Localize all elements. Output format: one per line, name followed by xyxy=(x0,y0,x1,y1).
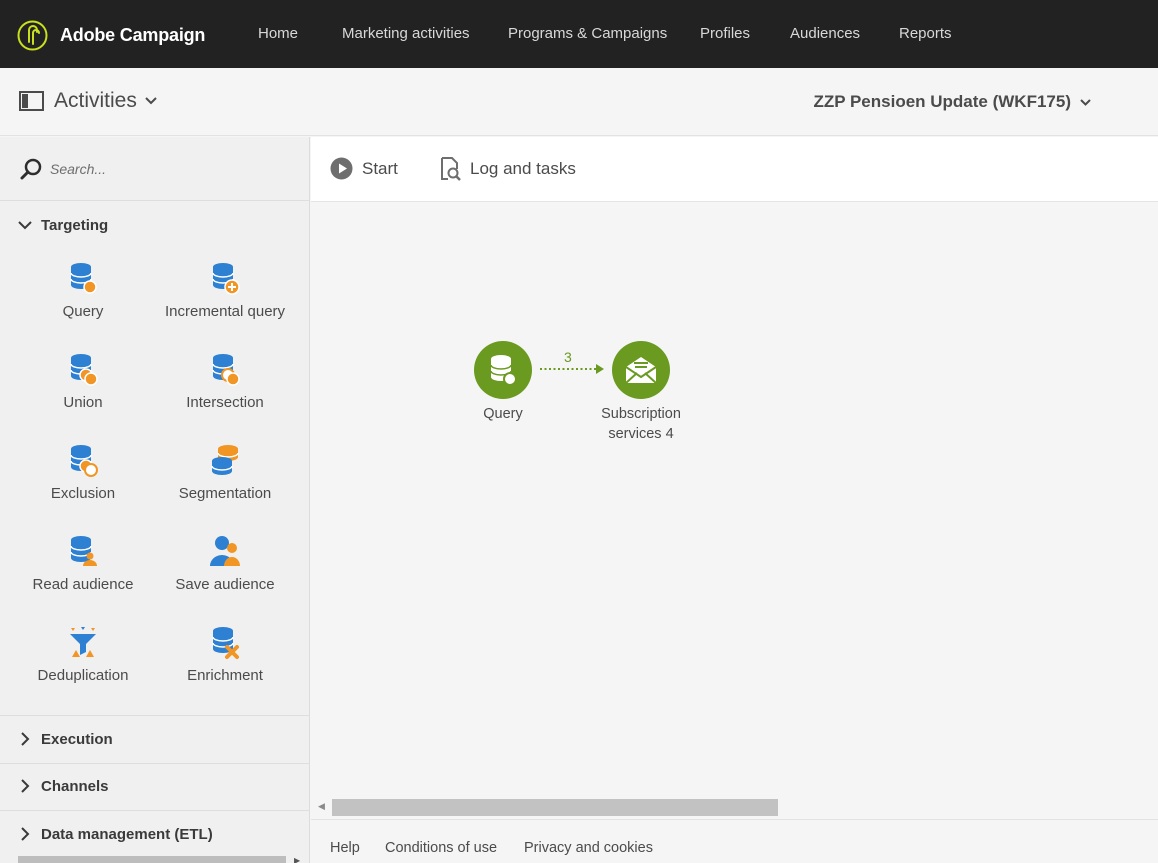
section-targeting[interactable]: Targeting xyxy=(0,202,310,248)
node-label: Subscription services 4 xyxy=(601,406,681,442)
top-navigation-bar: Adobe Campaign Home Marketing activities… xyxy=(0,0,1158,68)
workflow-title: ZZP Pensioen Update (WKF175) xyxy=(813,92,1071,111)
activity-enrichment[interactable]: Enrichment xyxy=(154,625,296,684)
query-node-icon xyxy=(490,355,517,386)
nav-home[interactable]: Home xyxy=(258,25,298,42)
chevron-right-icon xyxy=(21,779,30,793)
activity-label: Incremental query xyxy=(164,303,286,320)
save-audience-icon xyxy=(210,536,240,566)
section-label: Channels xyxy=(41,777,109,795)
footer: Help Conditions of use Privacy and cooki… xyxy=(311,819,1158,863)
activity-label: Deduplication xyxy=(37,667,129,684)
activity-label: Save audience xyxy=(175,576,275,593)
sidebar-scrollbar[interactable] xyxy=(18,856,286,863)
nav-programs-campaigns[interactable]: Programs & Campaigns xyxy=(508,25,667,42)
brand[interactable]: Adobe Campaign xyxy=(17,20,205,51)
activity-segmentation[interactable]: Segmentation xyxy=(154,443,296,502)
section-label: Targeting xyxy=(41,216,109,234)
scroll-left-arrow-icon[interactable]: ◀ xyxy=(318,801,325,812)
nav-profiles[interactable]: Profiles xyxy=(700,25,750,42)
search-icon xyxy=(20,158,42,180)
activity-exclusion[interactable]: Exclusion xyxy=(12,443,154,502)
nav-reports[interactable]: Reports xyxy=(899,25,952,42)
log-and-tasks-button[interactable]: Log and tasks xyxy=(439,157,576,181)
chevron-down-icon xyxy=(1080,98,1091,106)
activity-search xyxy=(0,137,310,201)
workflow-node-subscription-services[interactable]: Subscription services 4 xyxy=(581,341,701,444)
activity-label: Exclusion xyxy=(50,485,116,502)
section-execution[interactable]: Execution xyxy=(0,716,310,762)
activity-label: Query xyxy=(62,303,104,320)
workflow-toolbar: Start Log and tasks xyxy=(311,137,1158,202)
node-circle xyxy=(474,341,532,399)
activity-query[interactable]: Query xyxy=(12,261,154,320)
activity-label: Read audience xyxy=(32,576,134,593)
activities-title: Activities xyxy=(54,89,137,112)
panel-toggle-icon xyxy=(19,91,44,111)
brand-name: Adobe Campaign xyxy=(60,25,206,45)
activity-deduplication[interactable]: Deduplication xyxy=(12,625,154,684)
play-icon xyxy=(330,157,353,180)
workflow-title-dropdown[interactable]: ZZP Pensioen Update (WKF175) xyxy=(813,92,1092,112)
activities-panel-toggle[interactable]: Activities xyxy=(19,89,158,113)
activity-read-audience[interactable]: Read audience xyxy=(12,534,154,593)
scroll-right-arrow-icon[interactable]: ▶ xyxy=(294,856,300,863)
log-search-icon xyxy=(441,157,461,181)
adobe-campaign-logo-icon xyxy=(17,20,48,51)
node-label: Query xyxy=(483,406,523,422)
search-input[interactable] xyxy=(50,157,280,181)
section-data-management[interactable]: Data management (ETL) xyxy=(0,811,310,857)
deduplication-icon xyxy=(70,627,96,657)
workflow-node-query[interactable]: Query xyxy=(453,341,553,424)
incremental-query-icon xyxy=(212,263,240,295)
section-label: Execution xyxy=(41,730,113,748)
start-label: Start xyxy=(362,158,398,178)
activity-label: Segmentation xyxy=(178,485,272,502)
union-icon xyxy=(70,354,98,386)
section-label: Data management (ETL) xyxy=(41,825,213,843)
workflow-canvas[interactable]: Query 3 Subscription services 4 ◀ xyxy=(311,203,1158,819)
enrichment-icon xyxy=(212,627,239,659)
chevron-down-icon xyxy=(18,221,32,230)
activity-label: Intersection xyxy=(186,394,264,411)
activity-save-audience[interactable]: Save audience xyxy=(154,534,296,593)
activity-label: Union xyxy=(63,394,103,411)
footer-help-link[interactable]: Help xyxy=(330,840,360,856)
chevron-right-icon xyxy=(21,827,30,841)
workflow-header: Activities ZZP Pensioen Update (WKF175) xyxy=(0,68,1158,136)
query-icon xyxy=(70,263,97,294)
activity-intersection[interactable]: Intersection xyxy=(154,352,296,411)
exclusion-icon xyxy=(70,445,98,477)
read-audience-icon xyxy=(70,536,97,566)
section-channels[interactable]: Channels xyxy=(0,763,310,809)
intersection-icon xyxy=(212,354,240,386)
activities-sidebar: Targeting Query Incremental query xyxy=(0,137,310,863)
start-button[interactable]: Start xyxy=(330,157,398,180)
activity-incremental-query[interactable]: Incremental query xyxy=(154,261,296,320)
activity-label: Enrichment xyxy=(187,667,263,684)
canvas-scrollbar-thumb[interactable] xyxy=(332,799,778,816)
chevron-down-icon xyxy=(145,97,157,105)
subscription-services-icon xyxy=(625,357,657,384)
activity-union[interactable]: Union xyxy=(12,352,154,411)
footer-conditions-link[interactable]: Conditions of use xyxy=(385,840,497,856)
footer-privacy-link[interactable]: Privacy and cookies xyxy=(524,840,653,856)
chevron-right-icon xyxy=(21,732,30,746)
nav-marketing-activities[interactable]: Marketing activities xyxy=(342,25,470,42)
node-circle xyxy=(612,341,670,399)
segmentation-icon xyxy=(211,445,239,475)
nav-audiences[interactable]: Audiences xyxy=(790,25,860,42)
log-and-tasks-label: Log and tasks xyxy=(470,159,576,178)
